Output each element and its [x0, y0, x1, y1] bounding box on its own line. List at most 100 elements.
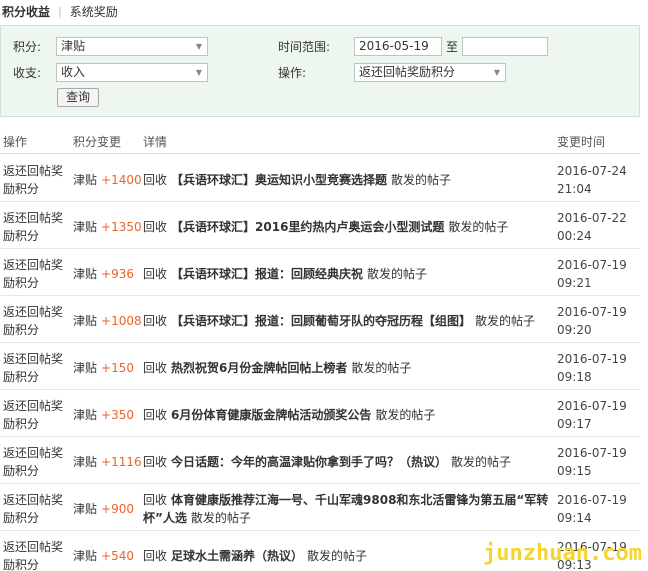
table-row: 返还回帖奖励积分 津贴 +350 回收 6月份体育健康版金牌帖活动颁奖公告 散发的帖子…: [0, 390, 640, 437]
row-points-change: 津贴 +350: [73, 406, 134, 424]
action-label: 操作:: [278, 66, 307, 80]
row-points-change: 津贴 +540: [73, 547, 134, 565]
detail-suffix: 散发的帖子: [475, 314, 536, 328]
points-amount: +1350: [101, 220, 142, 234]
row-date: 2016-07-24: [557, 164, 627, 178]
date-from-input[interactable]: 2016-05-19: [354, 37, 442, 56]
chevron-down-icon: ▼: [195, 68, 202, 77]
table-row: 返还回帖奖励积分 津贴 +936 回收 【兵语环球汇】报道：回顾经典庆祝 散发的帖子 …: [0, 249, 640, 296]
row-details: 回收 【兵语环球汇】奥运知识小型竞赛选择题 散发的帖子: [143, 171, 551, 189]
detail-suffix: 散发的帖子: [375, 408, 436, 422]
row-date: 2016-07-19: [557, 399, 627, 413]
row-details: 回收 热烈祝贺6月份金牌帖回帖上榜者 散发的帖子: [143, 359, 551, 377]
detail-prefix: 回收: [143, 455, 168, 469]
table-row: 返还回帖奖励积分 津贴 +1116 回收 今日话题：今年的高温津贴你拿到手了吗？（热…: [0, 437, 640, 484]
row-details: 回收 【兵语环球汇】报道：回顾经典庆祝 散发的帖子: [143, 265, 551, 283]
thread-link[interactable]: 6月份体育健康版金牌帖活动颁奖公告: [171, 408, 371, 422]
points-amount: +150: [101, 361, 134, 375]
income-select[interactable]: 收入 ▼: [56, 63, 208, 82]
points-amount: +936: [101, 267, 134, 281]
row-date: 2016-07-19: [557, 446, 627, 460]
row-points-change: 津贴 +1350: [73, 218, 142, 236]
thread-link[interactable]: 今日话题：今年的高温津贴你拿到手了吗？（热议）: [171, 455, 447, 469]
detail-prefix: 回收: [143, 408, 168, 422]
row-time: 2016-07-24 21:04: [557, 162, 627, 198]
detail-prefix: 回收: [143, 549, 168, 563]
action-select[interactable]: 返还回帖奖励积分 ▼: [354, 63, 506, 82]
detail-suffix: 散发的帖子: [451, 455, 512, 469]
row-operation: 返还回帖奖励积分: [3, 211, 64, 243]
row-clock: 09:14: [557, 511, 592, 525]
thread-link[interactable]: 足球水土需涵养（热议）: [171, 549, 303, 563]
points-amount: +350: [101, 408, 134, 422]
row-details: 回收 6月份体育健康版金牌帖活动颁奖公告 散发的帖子: [143, 406, 551, 424]
date-range-separator: 至: [446, 40, 459, 54]
table-header: 操作 积分变更 详情 变更时间: [0, 128, 640, 154]
points-select[interactable]: 津贴 ▼: [56, 37, 208, 56]
row-points-change: 津贴 +936: [73, 265, 134, 283]
thread-link[interactable]: 【兵语环球汇】奥运知识小型竞赛选择题: [171, 173, 387, 187]
points-amount: +1116: [101, 455, 142, 469]
table-row: 返还回帖奖励积分 津贴 +1008 回收 【兵语环球汇】报道：回顾葡萄牙队的夺冠历程…: [0, 296, 640, 343]
row-operation: 返还回帖奖励积分: [3, 258, 64, 290]
row-details: 回收 【兵语环球汇】2016里约热内卢奥运会小型测试题 散发的帖子: [143, 218, 551, 236]
row-time: 2016-07-19 09:21: [557, 256, 627, 292]
points-type: 津贴: [73, 267, 98, 281]
thread-link[interactable]: 【兵语环球汇】报道：回顾经典庆祝: [171, 267, 363, 281]
row-date: 2016-07-19: [557, 258, 627, 272]
points-type: 津贴: [73, 502, 98, 516]
row-clock: 09:20: [557, 323, 592, 337]
detail-suffix: 散发的帖子: [307, 549, 368, 563]
detail-suffix: 散发的帖子: [190, 511, 251, 525]
row-clock: 09:18: [557, 370, 592, 384]
row-time: 2016-07-19 09:20: [557, 303, 627, 339]
row-clock: 21:04: [557, 182, 592, 196]
thread-link[interactable]: 【兵语环球汇】报道：回顾葡萄牙队的夺冠历程【组图】: [171, 314, 471, 328]
row-clock: 00:24: [557, 229, 592, 243]
detail-prefix: 回收: [143, 314, 168, 328]
row-operation: 返还回帖奖励积分: [3, 399, 64, 431]
tab-points-income[interactable]: 积分收益: [2, 3, 50, 20]
detail-suffix: 散发的帖子: [391, 173, 452, 187]
row-date: 2016-07-22: [557, 211, 627, 225]
row-details: 回收 【兵语环球汇】报道：回顾葡萄牙队的夺冠历程【组图】 散发的帖子: [143, 312, 551, 330]
points-amount: +540: [101, 549, 134, 563]
points-type: 津贴: [73, 173, 98, 187]
points-type: 津贴: [73, 408, 98, 422]
row-details: 回收 体育健康版推荐江海一号、千山军魂9808和东北活雷锋为第五届“军转杯”人选散…: [143, 491, 551, 527]
points-type: 津贴: [73, 314, 98, 328]
detail-prefix: 回收: [143, 361, 168, 375]
detail-prefix: 回收: [143, 493, 168, 507]
points-type: 津贴: [73, 361, 98, 375]
query-button[interactable]: 查询: [57, 88, 99, 107]
row-points-change: 津贴 +1116: [73, 453, 142, 471]
row-clock: 09:17: [557, 417, 592, 431]
row-operation: 返还回帖奖励积分: [3, 446, 64, 478]
points-select-value: 津贴: [61, 39, 86, 53]
table-row: 返还回帖奖励积分 津贴 +900 回收 体育健康版推荐江海一号、千山军魂9808和东…: [0, 484, 640, 531]
points-type: 津贴: [73, 455, 98, 469]
row-clock: 09:21: [557, 276, 592, 290]
row-date: 2016-07-19: [557, 305, 627, 319]
row-time: 2016-07-19 09:15: [557, 444, 627, 480]
row-points-change: 津贴 +1400: [73, 171, 142, 189]
header-points-change: 积分变更: [73, 135, 122, 149]
date-to-input[interactable]: [462, 37, 548, 56]
income-label: 收支:: [13, 66, 42, 80]
detail-prefix: 回收: [143, 267, 168, 281]
detail-suffix: 散发的帖子: [351, 361, 412, 375]
points-type: 津贴: [73, 220, 98, 234]
row-date: 2016-07-19: [557, 352, 627, 366]
thread-link[interactable]: 【兵语环球汇】2016里约热内卢奥运会小型测试题: [171, 220, 444, 234]
points-amount: +900: [101, 502, 134, 516]
detail-prefix: 回收: [143, 173, 168, 187]
tab-system-rewards[interactable]: 系统奖励: [70, 3, 118, 20]
row-date: 2016-07-19: [557, 493, 627, 507]
points-label: 积分:: [13, 40, 42, 54]
thread-link[interactable]: 热烈祝贺6月份金牌帖回帖上榜者: [171, 361, 347, 375]
header-details: 详情: [143, 135, 168, 149]
row-details: 回收 今日话题：今年的高温津贴你拿到手了吗？（热议） 散发的帖子: [143, 453, 551, 471]
income-select-value: 收入: [61, 65, 86, 79]
action-select-value: 返还回帖奖励积分: [359, 65, 456, 79]
detail-prefix: 回收: [143, 220, 168, 234]
